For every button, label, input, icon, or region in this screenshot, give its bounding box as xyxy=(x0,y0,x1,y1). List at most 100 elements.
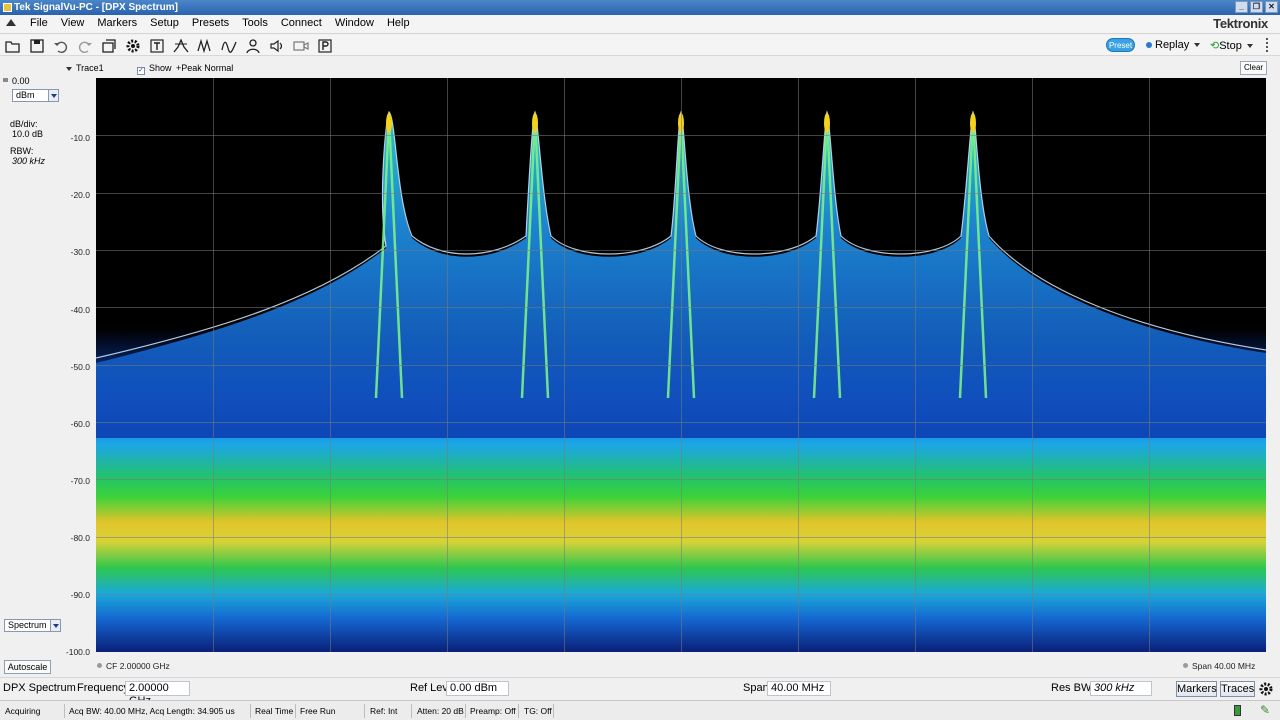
replay-label: Replay xyxy=(1155,39,1190,51)
menu-presets[interactable]: Presets xyxy=(192,17,229,29)
stop-refresh-icon: ⟲ xyxy=(1210,40,1220,52)
divider xyxy=(411,704,412,718)
windows-icon[interactable] xyxy=(100,37,118,54)
grid-line xyxy=(96,422,1266,423)
y-tick: -90.0 xyxy=(70,590,90,600)
acquisition-info[interactable]: Acq BW: 40.00 MHz, Acq Length: 34.905 us xyxy=(69,706,235,716)
markers-button[interactable]: Markers xyxy=(1176,681,1217,697)
close-icon[interactable]: ✕ xyxy=(1265,1,1278,13)
traces-button[interactable]: Traces xyxy=(1220,681,1255,697)
divider xyxy=(553,704,554,718)
settings-gear-icon[interactable] xyxy=(1258,681,1275,697)
grid-line xyxy=(96,479,1266,480)
replay-button[interactable]: Replay xyxy=(1146,39,1201,51)
reference-status[interactable]: Ref: Int xyxy=(370,706,397,716)
replay-dot-icon xyxy=(1146,42,1152,48)
battery-icon xyxy=(1234,705,1241,716)
trace-selector[interactable]: Trace1 xyxy=(66,63,104,73)
divider xyxy=(364,704,365,718)
waveform-icon[interactable] xyxy=(196,37,214,54)
grid-line xyxy=(96,537,1266,538)
menu-connect[interactable]: Connect xyxy=(281,17,322,29)
menu-bar: File View Markers Setup Presets Tools Co… xyxy=(0,15,1280,34)
res-bw-field[interactable]: 300 kHz xyxy=(1090,681,1152,696)
control-bar: DPX Spectrum Frequency 2.00000 GHz Ref L… xyxy=(0,677,1280,707)
pencil-icon[interactable]: ✎ xyxy=(1260,703,1270,717)
clear-button[interactable]: Clear xyxy=(1240,61,1267,75)
menu-window[interactable]: Window xyxy=(335,17,374,29)
acquisition-state: Acquiring xyxy=(5,706,41,716)
span-axis-label[interactable]: Span 40.00 MHz xyxy=(1183,661,1255,671)
check-icon: ✓ xyxy=(137,67,145,75)
open-folder-icon[interactable] xyxy=(4,37,22,54)
undo-icon[interactable] xyxy=(52,37,70,54)
res-bw-label: Res BW xyxy=(1051,682,1092,694)
grid-line xyxy=(96,250,1266,251)
waveform-alt-icon[interactable] xyxy=(220,37,238,54)
span-marker-icon xyxy=(1183,663,1188,668)
y-tick: -10.0 xyxy=(70,133,90,143)
divider xyxy=(518,704,519,718)
grid-line xyxy=(96,594,1266,595)
window-title: Tek SignalVu-PC - [DPX Spectrum] xyxy=(14,2,178,13)
ref-marker-icon[interactable] xyxy=(3,78,8,82)
grid-line xyxy=(96,135,1266,136)
grid-line xyxy=(96,193,1266,194)
detection-mode[interactable]: +Peak Normal xyxy=(176,63,233,73)
dpx-spectrum-display[interactable] xyxy=(96,78,1266,652)
print-icon[interactable] xyxy=(316,37,334,54)
stop-button[interactable]: ⟲Stop xyxy=(1210,39,1253,52)
status-bar: Acquiring Acq BW: 40.00 MHz, Acq Length:… xyxy=(0,700,1280,720)
y-tick: -20.0 xyxy=(70,190,90,200)
ref-level-field[interactable]: 0.00 dBm xyxy=(446,681,509,696)
menu-setup[interactable]: Setup xyxy=(150,17,179,29)
save-icon[interactable] xyxy=(28,37,46,54)
settings-gear-icon[interactable] xyxy=(124,37,142,54)
unit-dropdown[interactable]: dBm xyxy=(12,89,59,102)
preamp-status[interactable]: Preamp: Off xyxy=(470,706,516,716)
tracking-generator-status[interactable]: TG: Off xyxy=(524,706,552,716)
chevron-down-icon xyxy=(48,90,58,101)
cf-text: CF 2.00000 GHz xyxy=(106,661,170,671)
person-icon[interactable] xyxy=(244,37,262,54)
divider xyxy=(250,704,251,718)
minimize-icon[interactable]: _ xyxy=(1235,1,1248,13)
divider xyxy=(64,704,65,718)
menu-view[interactable]: View xyxy=(61,17,85,29)
y-tick: -70.0 xyxy=(70,476,90,486)
speaker-icon[interactable] xyxy=(268,37,286,54)
brand-logo: Tektronix xyxy=(1213,16,1268,31)
autoscale-button[interactable]: Autoscale xyxy=(4,660,51,674)
real-time-status[interactable]: Real Time xyxy=(255,706,293,716)
show-checkbox[interactable]: ✓ Show xyxy=(137,63,172,75)
toolbar xyxy=(0,35,1280,56)
span-field[interactable]: 40.00 MHz xyxy=(767,681,831,696)
attenuation-status[interactable]: Atten: 20 dB xyxy=(417,706,464,716)
grid-line xyxy=(96,307,1266,308)
peak-marker-icon[interactable] xyxy=(172,37,190,54)
frequency-field[interactable]: 2.00000 GHz xyxy=(125,681,190,707)
redo-icon[interactable] xyxy=(76,37,94,54)
trigger-status[interactable]: Free Run xyxy=(300,706,335,716)
measurement-name[interactable]: DPX Spectrum xyxy=(3,682,76,694)
y-tick: -40.0 xyxy=(70,305,90,315)
display-mode-dropdown[interactable]: Spectrum xyxy=(4,619,61,632)
y-tick: -80.0 xyxy=(70,533,90,543)
text-marker-icon[interactable] xyxy=(148,37,166,54)
eject-icon[interactable] xyxy=(6,19,16,26)
menu-tools[interactable]: Tools xyxy=(242,17,268,29)
center-frequency-label[interactable]: CF 2.00000 GHz xyxy=(97,661,170,671)
chevron-down-icon xyxy=(50,620,60,631)
title-bar: Tek SignalVu-PC - [DPX Spectrum] _ ❐ ✕ xyxy=(0,0,1280,15)
restore-icon[interactable]: ❐ xyxy=(1250,1,1263,13)
camera-icon[interactable] xyxy=(292,37,310,54)
menu-help[interactable]: Help xyxy=(387,17,410,29)
rbw-value[interactable]: 300 kHz xyxy=(12,156,45,166)
toolbar-grip-icon[interactable] xyxy=(1266,38,1270,52)
menu-markers[interactable]: Markers xyxy=(97,17,137,29)
db-div-value[interactable]: 10.0 dB xyxy=(12,129,43,139)
app-icon xyxy=(3,3,12,12)
preset-button[interactable]: Preset xyxy=(1106,38,1135,52)
ref-value[interactable]: 0.00 xyxy=(12,76,30,86)
menu-file[interactable]: File xyxy=(30,17,48,29)
